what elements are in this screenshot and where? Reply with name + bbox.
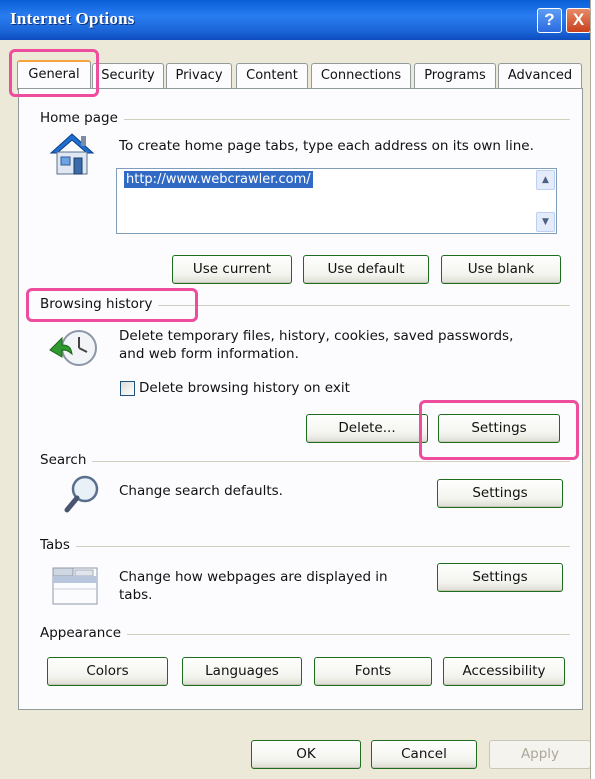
search-divider <box>40 461 570 462</box>
tabs-icon <box>52 567 98 605</box>
accessibility-button[interactable]: Accessibility <box>443 657 565 686</box>
cancel-button[interactable]: Cancel <box>371 740 477 769</box>
tabs-description-line2: tabs. <box>119 587 153 603</box>
use-default-button[interactable]: Use default <box>303 255 429 284</box>
title-bar[interactable]: Internet Options ? X <box>0 0 590 40</box>
browsing-history-description-line1: Delete temporary files, history, cookies… <box>119 328 514 344</box>
tab-general[interactable]: General <box>17 60 91 90</box>
browsing-history-description-line2: and web form information. <box>119 346 299 362</box>
home-page-description: To create home page tabs, type each addr… <box>119 138 534 154</box>
window-title: Internet Options <box>10 9 135 28</box>
help-button[interactable]: ? <box>537 8 562 33</box>
home-page-label: Home page <box>40 110 124 126</box>
fonts-button[interactable]: Fonts <box>314 657 432 686</box>
history-clock-icon <box>49 330 97 366</box>
tab-security[interactable]: Security <box>92 63 164 88</box>
tab-privacy[interactable]: Privacy <box>166 63 232 88</box>
browsing-history-settings-button[interactable]: Settings <box>438 414 560 443</box>
tab-connections[interactable]: Connections <box>311 63 411 88</box>
tabs-settings-button[interactable]: Settings <box>437 563 563 592</box>
house-icon <box>49 133 95 175</box>
use-blank-button[interactable]: Use blank <box>441 255 561 284</box>
delete-on-exit-checkbox[interactable] <box>120 381 135 396</box>
home-page-address-value: http://www.webcrawler.com/ <box>124 171 313 188</box>
use-current-button[interactable]: Use current <box>172 255 292 284</box>
internet-options-dialog: Internet Options ? X General Security Pr… <box>0 0 591 779</box>
languages-button[interactable]: Languages <box>182 657 302 686</box>
search-description: Change search defaults. <box>119 483 283 499</box>
ok-button[interactable]: OK <box>251 740 361 769</box>
magnifier-icon <box>64 475 99 513</box>
browsing-history-label: Browsing history <box>40 296 159 312</box>
tabs-description-line1: Change how webpages are displayed in <box>119 569 388 585</box>
tab-advanced[interactable]: Advanced <box>498 63 582 88</box>
scroll-up-icon[interactable]: ▲ <box>536 170 555 190</box>
tab-content[interactable]: Content <box>236 63 308 88</box>
tabs-divider <box>40 546 570 547</box>
apply-button[interactable]: Apply <box>489 740 590 769</box>
tab-programs[interactable]: Programs <box>414 63 496 88</box>
delete-button[interactable]: Delete... <box>306 414 428 443</box>
home-page-address-field[interactable]: http://www.webcrawler.com/ ▲ ▼ <box>116 168 557 234</box>
close-button[interactable]: X <box>566 8 590 33</box>
delete-on-exit-label[interactable]: Delete browsing history on exit <box>139 379 350 397</box>
scroll-down-icon[interactable]: ▼ <box>536 212 555 232</box>
appearance-label: Appearance <box>40 625 128 641</box>
colors-button[interactable]: Colors <box>47 657 168 686</box>
tabs-label: Tabs <box>40 537 76 553</box>
search-label: Search <box>40 452 93 468</box>
search-settings-button[interactable]: Settings <box>437 479 563 508</box>
